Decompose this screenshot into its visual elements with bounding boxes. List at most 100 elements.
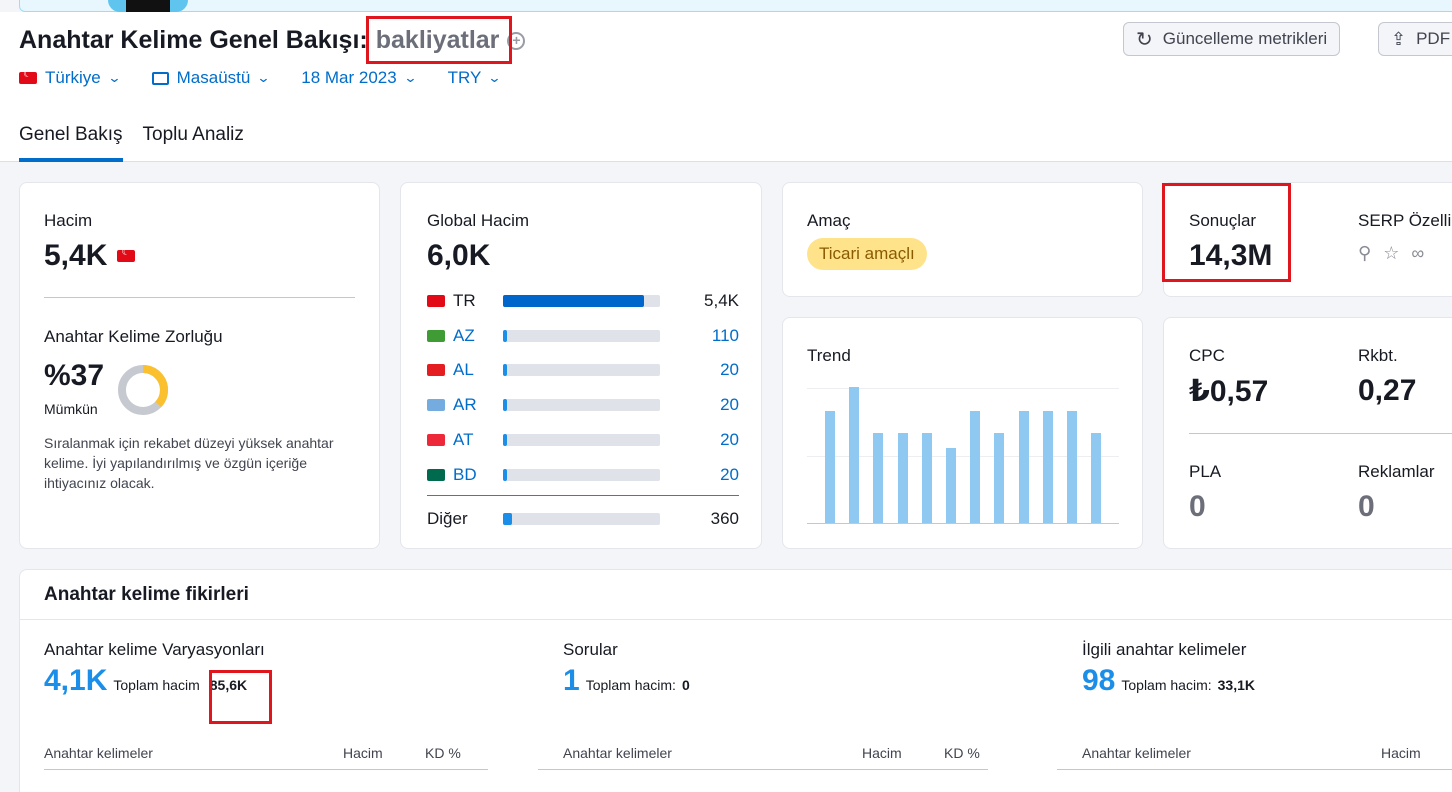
device-filter[interactable]: Masaüstü ⌄ xyxy=(151,68,271,88)
global-volume-value: 6,0K xyxy=(427,239,491,272)
global-row-az: AZ 110 xyxy=(427,326,739,346)
tab-overview[interactable]: Genel Bakış xyxy=(19,124,123,162)
volume-value: 5,4K xyxy=(44,239,108,272)
variations-label: Anahtar kelime Varyasyonları xyxy=(44,640,265,659)
desktop-icon xyxy=(151,71,169,85)
results-highlight-box xyxy=(1162,183,1291,282)
refresh-icon: ↻ xyxy=(1136,28,1153,51)
bar-fill xyxy=(503,433,507,446)
bar-track xyxy=(503,513,660,525)
chevron-down-icon: ⌄ xyxy=(256,70,271,85)
global-row-other: Diğer 360 xyxy=(427,509,739,528)
related-count[interactable]: 98 xyxy=(1082,664,1115,698)
at-flag-icon xyxy=(427,433,445,446)
chevron-down-icon: ⌄ xyxy=(487,70,502,85)
pla-value: 0 xyxy=(1189,490,1206,523)
page-header: Anahtar Kelime Genel Bakışı: bakliyatlar… xyxy=(0,12,1452,162)
currency-filter[interactable]: TRY ⌄ xyxy=(448,68,502,88)
competition-value: 0,27 xyxy=(1358,374,1417,407)
kd-value: %37 xyxy=(44,359,105,392)
divider xyxy=(538,769,988,770)
col-volume[interactable]: Hacim xyxy=(343,745,383,761)
trend-bar xyxy=(849,387,860,523)
col-volume[interactable]: Hacim xyxy=(1381,745,1421,761)
pdf-export-button[interactable]: ⇪ PDF xyxy=(1378,22,1452,56)
trend-label: Trend xyxy=(807,346,851,365)
related-total: 33,1K xyxy=(1217,677,1255,693)
turkey-flag-icon xyxy=(117,247,136,262)
cpc-value: ₺0,57 xyxy=(1189,375,1269,408)
ar-flag-icon xyxy=(427,399,445,412)
intent-label: Amaç xyxy=(807,211,851,230)
global-row-ar: AR 20 xyxy=(427,395,739,415)
questions-count[interactable]: 1 xyxy=(563,664,580,698)
kd-description: Sıralanmak için rekabet düzeyi yüksek an… xyxy=(44,435,334,491)
az-flag-icon xyxy=(427,329,445,342)
divider xyxy=(427,495,739,496)
trend-bar xyxy=(1018,411,1029,523)
trend-bar xyxy=(897,433,908,523)
col-keywords[interactable]: Anahtar kelimeler xyxy=(1082,745,1191,761)
bar-fill xyxy=(503,295,645,307)
col-kd[interactable]: KD % xyxy=(425,745,461,761)
trend-bar xyxy=(970,411,981,523)
al-flag-icon xyxy=(427,364,445,377)
questions-label: Sorular xyxy=(563,640,618,659)
volume-card: Hacim 5,4K Anahtar Kelime Zorluğu %37 Mü… xyxy=(19,182,380,549)
related-label: İlgili anahtar kelimeler xyxy=(1082,640,1247,659)
tab-bulk-analysis[interactable]: Toplu Analiz xyxy=(143,124,244,162)
page-title: Anahtar Kelime Genel Bakışı: xyxy=(19,26,368,54)
trend-bar xyxy=(1067,411,1077,523)
turkey-flag-icon xyxy=(19,69,37,84)
variations-count[interactable]: 4,1K xyxy=(44,664,107,698)
competition-label: Rkbt. xyxy=(1358,346,1398,365)
divider xyxy=(1189,433,1452,434)
bar-fill xyxy=(503,399,507,412)
trend-bar xyxy=(921,433,932,523)
questions-total: 0 xyxy=(681,677,690,693)
kd-label: Anahtar Kelime Zorluğu xyxy=(44,327,223,346)
bar-track xyxy=(503,329,660,342)
divider xyxy=(1057,769,1452,770)
date-filter[interactable]: 18 Mar 2023 ⌄ xyxy=(301,68,418,88)
bd-flag-icon xyxy=(427,468,445,481)
trend-bar xyxy=(946,448,956,523)
star-icon: ☆ xyxy=(1383,243,1400,263)
intent-badge: Ticari amaçlı xyxy=(807,238,927,270)
chevron-down-icon: ⌄ xyxy=(107,70,122,85)
volume-label: Hacim xyxy=(44,211,93,230)
kd-level: Mümkün xyxy=(44,401,98,417)
trend-chart xyxy=(807,387,1119,524)
ads-value: 0 xyxy=(1358,490,1375,523)
trend-card: Trend xyxy=(782,317,1143,549)
bar-track xyxy=(503,433,660,446)
col-keywords[interactable]: Anahtar kelimeler xyxy=(563,745,672,761)
global-row-bd: BD 20 xyxy=(427,465,739,485)
ads-label: Reklamlar xyxy=(1358,462,1435,481)
metrics-card: CPC ₺0,57 Rkbt. 0,27 PLA 0 Reklamlar 0 xyxy=(1163,317,1452,549)
chevron-down-icon: ⌄ xyxy=(403,70,418,85)
global-row-al: AL 20 xyxy=(427,360,739,380)
questions-block: Sorular 1 Toplam hacim: 0 xyxy=(563,640,690,698)
kd-donut-chart xyxy=(118,365,168,415)
pla-label: PLA xyxy=(1189,462,1222,481)
top-banner xyxy=(19,0,1452,12)
global-row-at: AT 20 xyxy=(427,430,739,450)
bar-fill xyxy=(503,329,507,342)
bar-track xyxy=(503,295,660,307)
link-icon: ∞ xyxy=(1411,243,1425,263)
refresh-metrics-button[interactable]: ↻ Güncelleme metrikleri xyxy=(1123,22,1341,56)
global-volume-label: Global Hacim xyxy=(427,211,530,230)
bar-track xyxy=(503,364,660,377)
related-block: İlgili anahtar kelimeler 98 Toplam hacim… xyxy=(1082,640,1255,698)
keyword-ideas-title: Anahtar kelime fikirleri xyxy=(20,570,1452,620)
col-kd[interactable]: KD % xyxy=(944,745,980,761)
country-filter[interactable]: Türkiye ⌄ xyxy=(19,68,122,88)
bar-track xyxy=(503,468,660,481)
col-keywords[interactable]: Anahtar kelimeler xyxy=(44,745,153,761)
total-volume-highlight-box xyxy=(209,670,272,724)
bar-fill xyxy=(503,468,507,481)
col-volume[interactable]: Hacim xyxy=(862,745,902,761)
bar-fill xyxy=(503,364,507,377)
trend-bar xyxy=(1042,411,1053,523)
